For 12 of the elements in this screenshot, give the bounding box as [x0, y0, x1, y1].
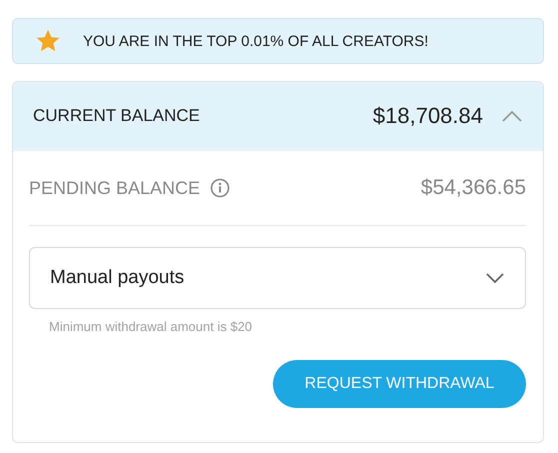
pending-amount: $54,366.65 — [420, 176, 526, 200]
balance-amount: $18,708.84 — [372, 103, 483, 129]
banner-text: YOU ARE IN THE TOP 0.01% OF ALL CREATORS! — [83, 32, 428, 50]
chevron-down-icon — [485, 272, 505, 284]
star-icon — [35, 28, 61, 54]
chevron-icon[interactable] — [501, 109, 523, 123]
balance-label: CURRENT BALANCE — [33, 106, 201, 126]
balance-header[interactable]: CURRENT BALANCE $18,708.84 — [13, 82, 543, 151]
info-icon[interactable] — [210, 178, 230, 198]
pending-label: PENDING BALANCE — [29, 178, 200, 198]
hint-text: Minimum withdrawal amount is $20 — [48, 318, 254, 334]
payout-dropdown[interactable]: Manual payouts — [29, 247, 526, 309]
